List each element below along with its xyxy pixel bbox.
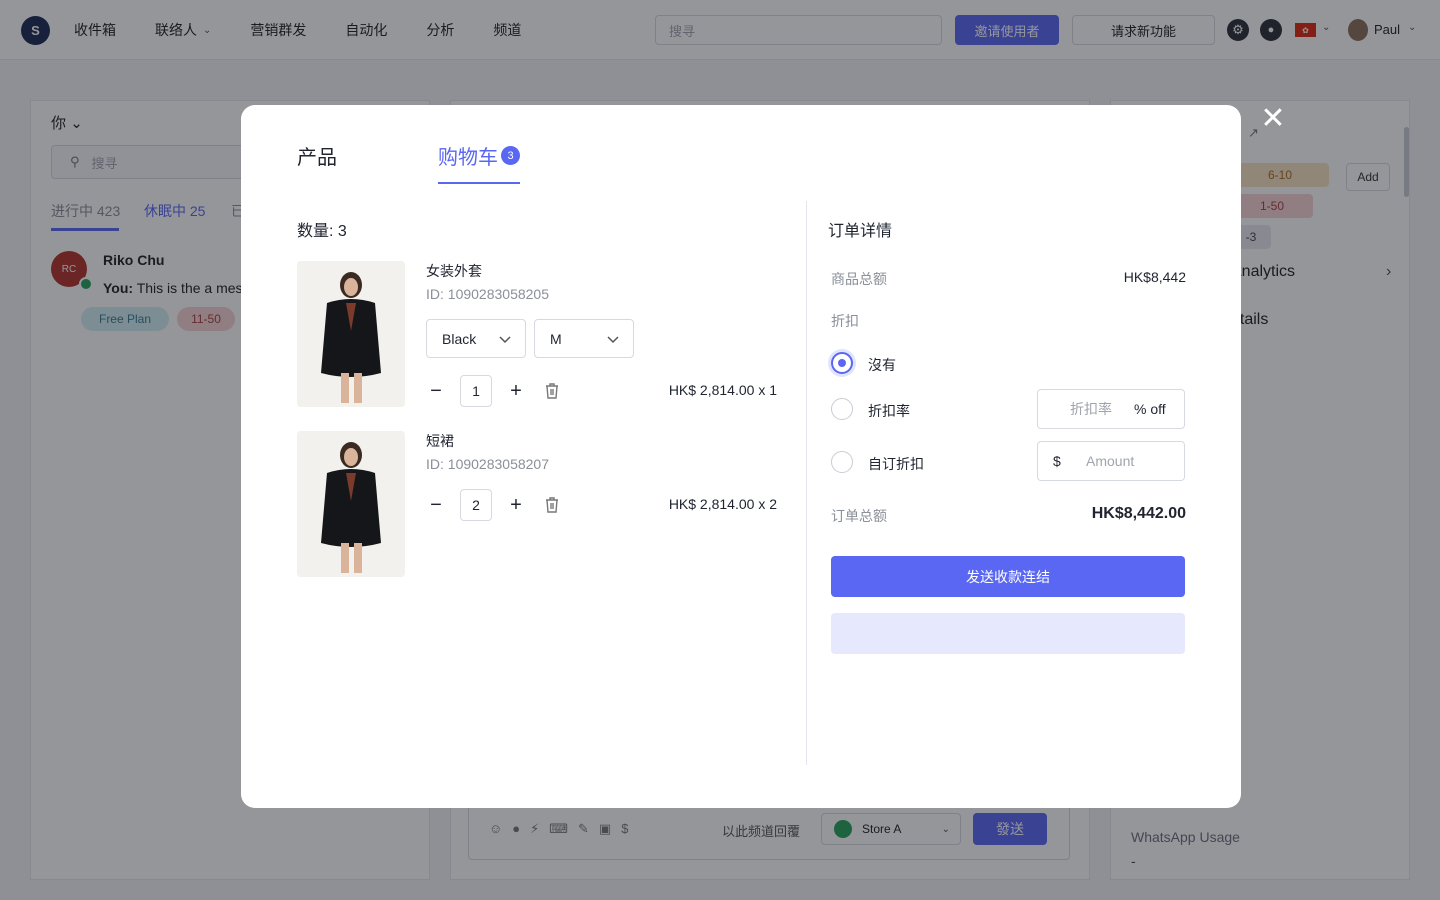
- plus-icon[interactable]: +: [506, 380, 526, 402]
- product-photo: [297, 431, 405, 577]
- discount-rate-label[interactable]: 折扣率: [868, 401, 910, 421]
- cart-item: 女装外套 ID: 1090283058205 Black M − 1 + HK$…: [297, 261, 777, 407]
- product-id: ID: 1090283058205: [426, 286, 549, 302]
- line-price: HK$ 2,814.00 x 2: [668, 496, 777, 512]
- rate-placeholder: 折扣率: [1070, 401, 1112, 417]
- product-image: [297, 431, 405, 577]
- line-price: HK$ 2,814.00 x 1: [668, 382, 777, 398]
- product-name: 短裙: [426, 433, 454, 449]
- amount-placeholder: Amount: [1086, 453, 1135, 469]
- minus-icon[interactable]: −: [426, 494, 446, 516]
- color-value: Black: [442, 330, 477, 347]
- divider: [806, 201, 807, 765]
- close-icon[interactable]: ✕: [1259, 104, 1287, 134]
- order-total-value: HK$8,442.00: [1091, 505, 1186, 522]
- size-select[interactable]: M: [534, 319, 634, 358]
- product-image: [297, 261, 405, 407]
- secondary-action-button[interactable]: [831, 613, 1185, 654]
- subtotal-label: 商品总额: [831, 271, 887, 287]
- trash-icon[interactable]: [542, 381, 562, 401]
- subtotal-value: HK$8,442: [1123, 269, 1186, 285]
- quantity-stepper: − 2 +: [426, 489, 562, 521]
- discount-none-radio[interactable]: [831, 352, 853, 374]
- quantity-heading: 数量: 3: [297, 223, 347, 240]
- chevron-down-icon: [607, 336, 619, 344]
- product-name: 女装外套: [426, 263, 482, 279]
- quantity-stepper: − 1 +: [426, 375, 562, 407]
- trash-icon[interactable]: [542, 495, 562, 515]
- order-total-label: 订单总额: [831, 508, 887, 524]
- tab-cart-label: 购物车: [438, 147, 498, 169]
- discount-rate-input[interactable]: 折扣率 % off: [1037, 389, 1185, 429]
- discount-none-label[interactable]: 沒有: [868, 355, 896, 375]
- product-photo: [297, 261, 405, 407]
- custom-discount-label[interactable]: 自订折扣: [868, 454, 924, 474]
- order-details-title: 订单详情: [828, 223, 893, 240]
- discount-rate-radio[interactable]: [831, 398, 853, 420]
- quantity-input[interactable]: 1: [460, 375, 492, 407]
- color-select[interactable]: Black: [426, 319, 526, 358]
- amount-prefix: $: [1053, 453, 1061, 469]
- cart-item: 短裙 ID: 1090283058207 − 2 + HK$ 2,814.00 …: [297, 431, 777, 577]
- rate-suffix: % off: [1134, 401, 1166, 417]
- send-payment-link-button[interactable]: 发送收款连结: [831, 556, 1185, 597]
- minus-icon[interactable]: −: [426, 380, 446, 402]
- tab-cart[interactable]: 购物车 3: [438, 141, 520, 170]
- chevron-down-icon: [499, 336, 511, 344]
- cart-modal: 产品 购物车 3 数量: 3 女装外套 ID: 1090283058205 Bla…: [241, 105, 1241, 808]
- plus-icon[interactable]: +: [506, 494, 526, 516]
- custom-discount-radio[interactable]: [831, 451, 853, 473]
- size-value: M: [550, 330, 562, 347]
- quantity-input[interactable]: 2: [460, 489, 492, 521]
- tab-products[interactable]: 产品: [297, 141, 337, 170]
- discount-amount-input[interactable]: $ Amount: [1037, 441, 1185, 481]
- product-id: ID: 1090283058207: [426, 456, 549, 472]
- tab-underline: [438, 182, 520, 184]
- cart-count-badge: 3: [501, 146, 520, 165]
- discount-label: 折扣: [831, 313, 859, 329]
